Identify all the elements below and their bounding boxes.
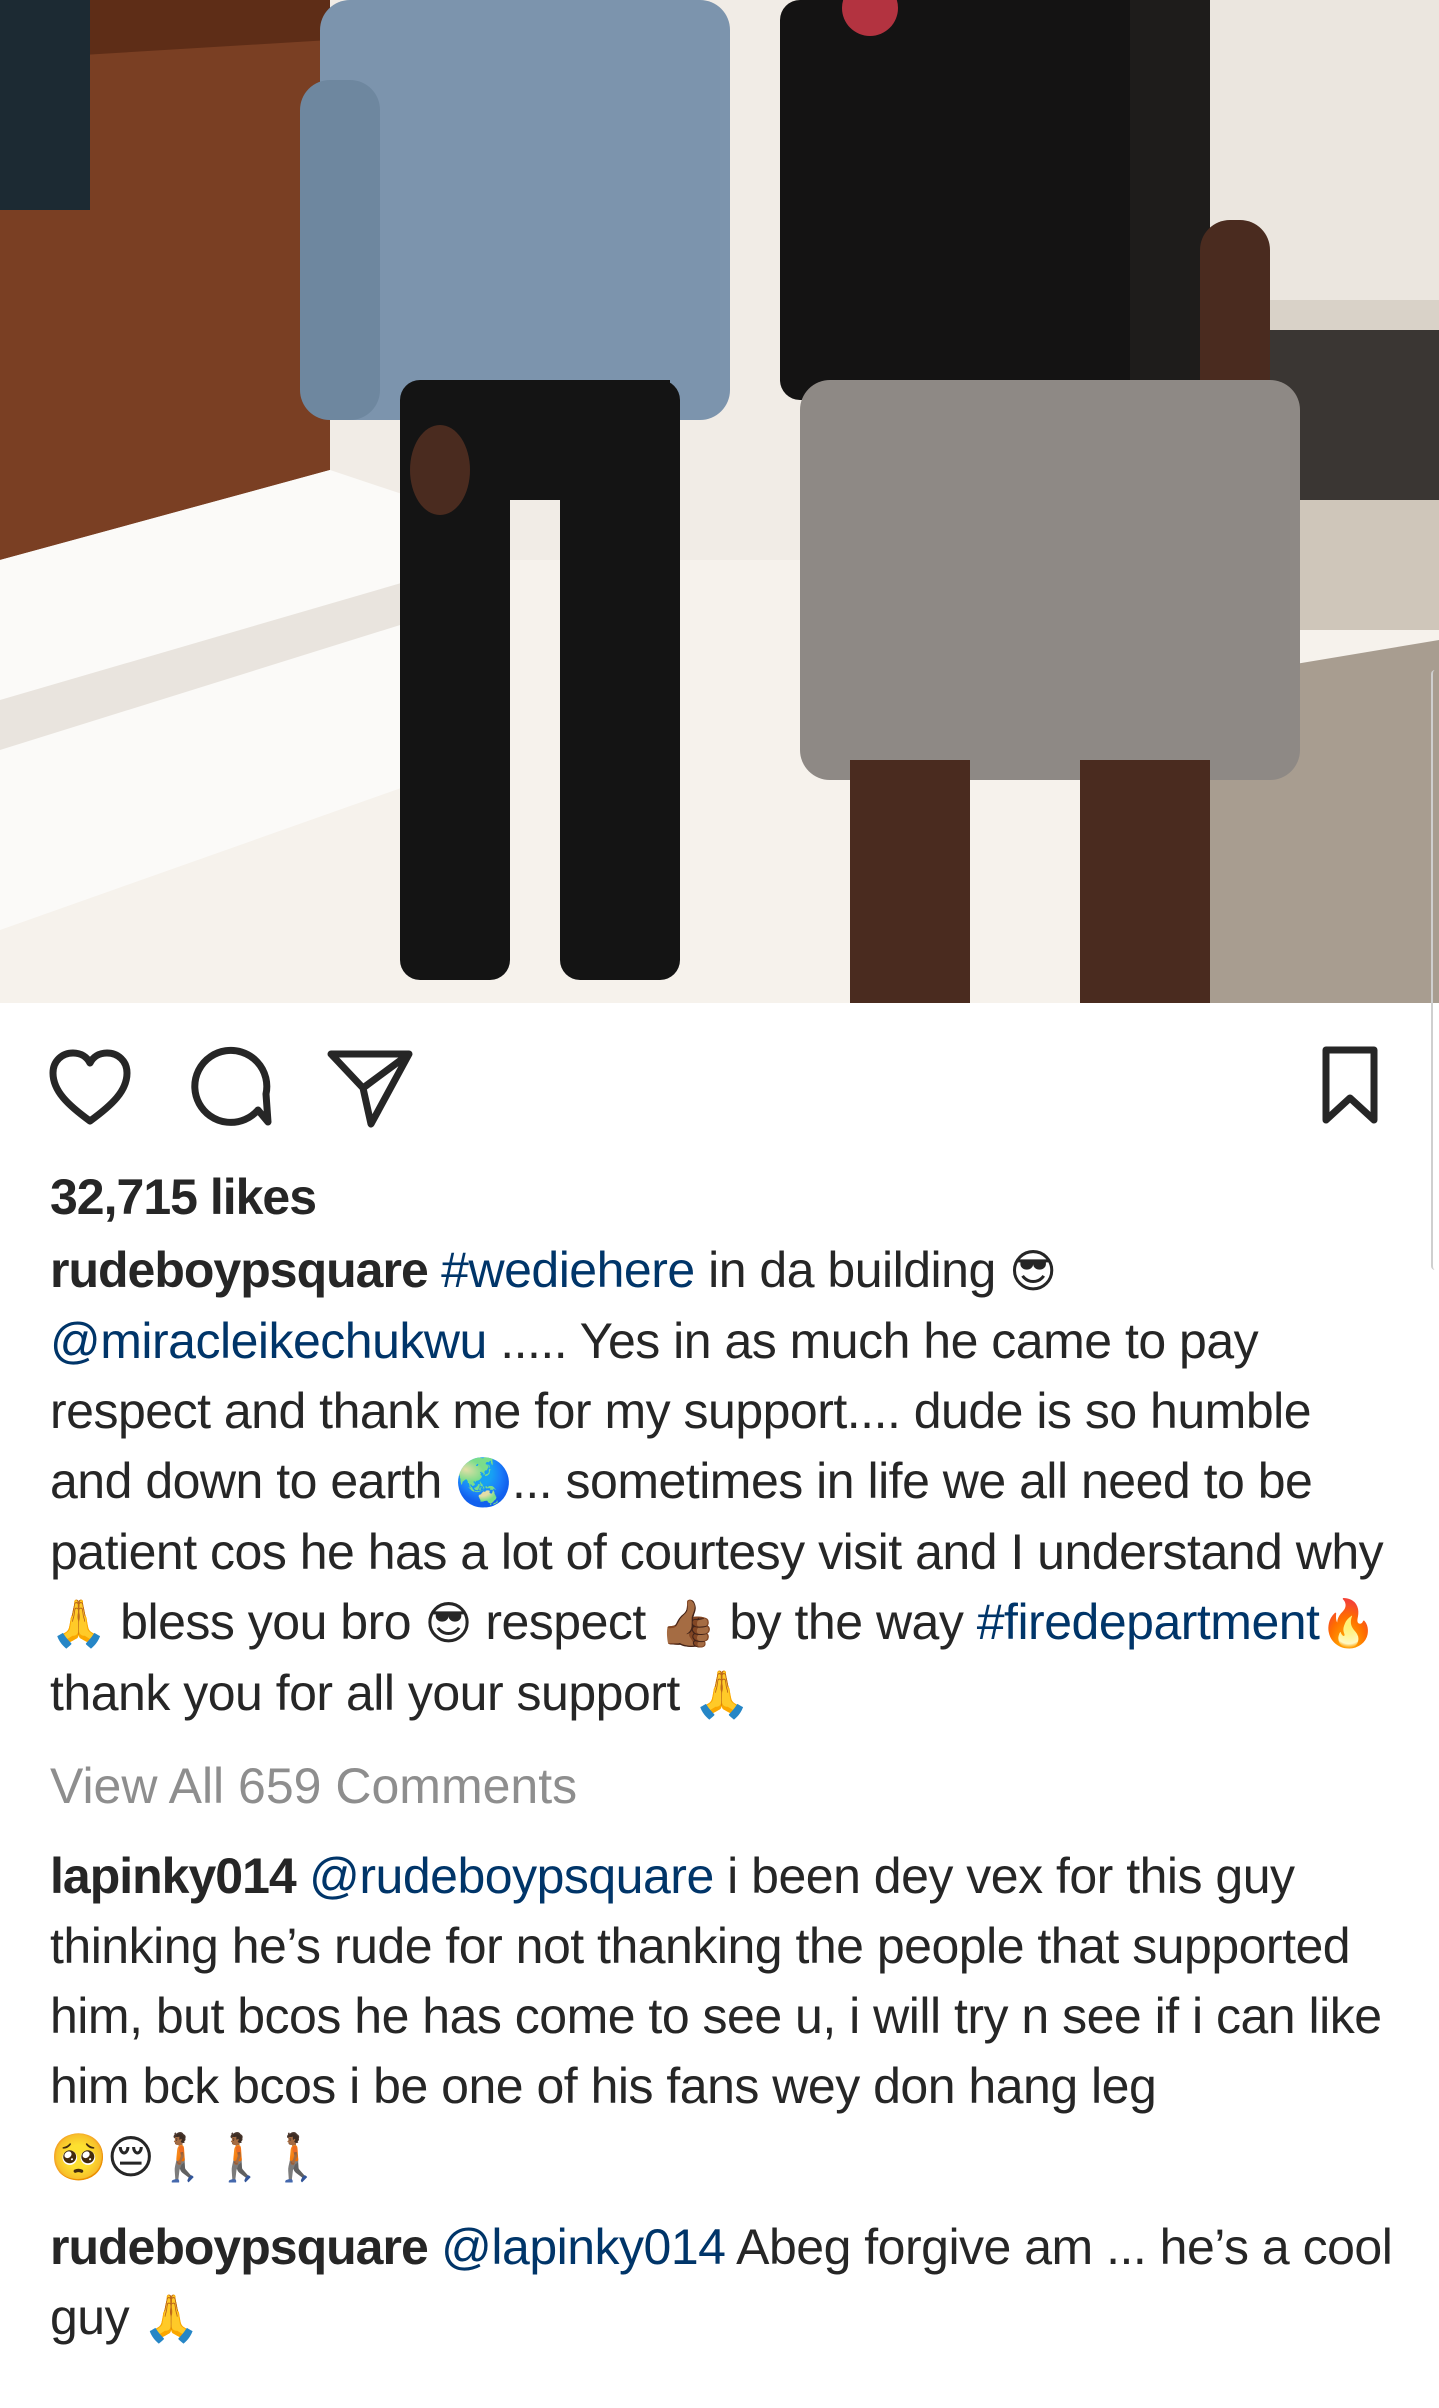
likes-count[interactable]: 32,715 likes [50,1160,1400,1235]
emoji: 🙏 [693,1667,750,1721]
view-all-comments-link[interactable]: View All 659 Comments [50,1751,1400,1821]
emoji: 🔥 [1319,1596,1377,1650]
comment-username[interactable]: rudeboypsquare [50,2219,429,2275]
mention-link[interactable]: @miracleikechukwu [50,1313,487,1369]
comment-username[interactable]: lapinky014 [50,1848,297,1904]
share-button[interactable] [325,1043,415,1133]
hashtag-link[interactable]: #wediehere [441,1242,695,1298]
caption-text: #wediehere in da building 😎 @miracleikec… [50,1242,1384,1721]
text-segment: by the way [715,1594,977,1650]
mention-link[interactable]: @rudeboypsquare [309,1848,714,1904]
post-caption: rudeboypsquare #wediehere in da building… [50,1235,1400,1729]
emoji: 😎 [1009,1244,1057,1298]
caption-username[interactable]: rudeboypsquare [50,1242,429,1298]
emoji: 👍🏾 [659,1596,716,1650]
text-segment: thank you for all your support [50,1665,694,1721]
emoji: 🙏 [50,1596,107,1650]
text-segment: in da building [694,1242,1010,1298]
emoji: 🌏 [455,1455,512,1509]
comment-button[interactable] [185,1043,275,1133]
post-action-bar [0,1003,1439,1163]
mention-link[interactable]: @lapinky014 [441,2219,726,2275]
emoji: 🥺😔🚶🏾🚶🏾🚶🏾 [50,2130,325,2184]
hashtag-link[interactable]: #firedepartment [977,1594,1320,1650]
post-details: 32,715 likes rudeboypsquare #wediehere i… [50,1160,1400,2353]
bookmark-icon [1322,1046,1378,1124]
comment-item: rudeboypsquare @lapinky014 Abeg forgive … [50,2212,1400,2353]
heart-icon [49,1049,131,1125]
like-button[interactable] [45,1043,135,1133]
post-photo[interactable] [0,0,1439,1003]
paper-plane-icon [327,1050,413,1128]
scroll-edge [1431,670,1439,1270]
emoji: 😎 [424,1596,472,1650]
text-segment: respect [471,1594,660,1650]
text-segment: bless you bro [106,1594,425,1650]
save-button[interactable] [1305,1041,1395,1131]
emoji: 🙏 [142,2291,200,2345]
post-photo-illustration [0,0,1439,1003]
comment-bubble-icon [191,1046,272,1126]
comment-item: lapinky014 @rudeboypsquare i been dey ve… [50,1841,1400,2192]
